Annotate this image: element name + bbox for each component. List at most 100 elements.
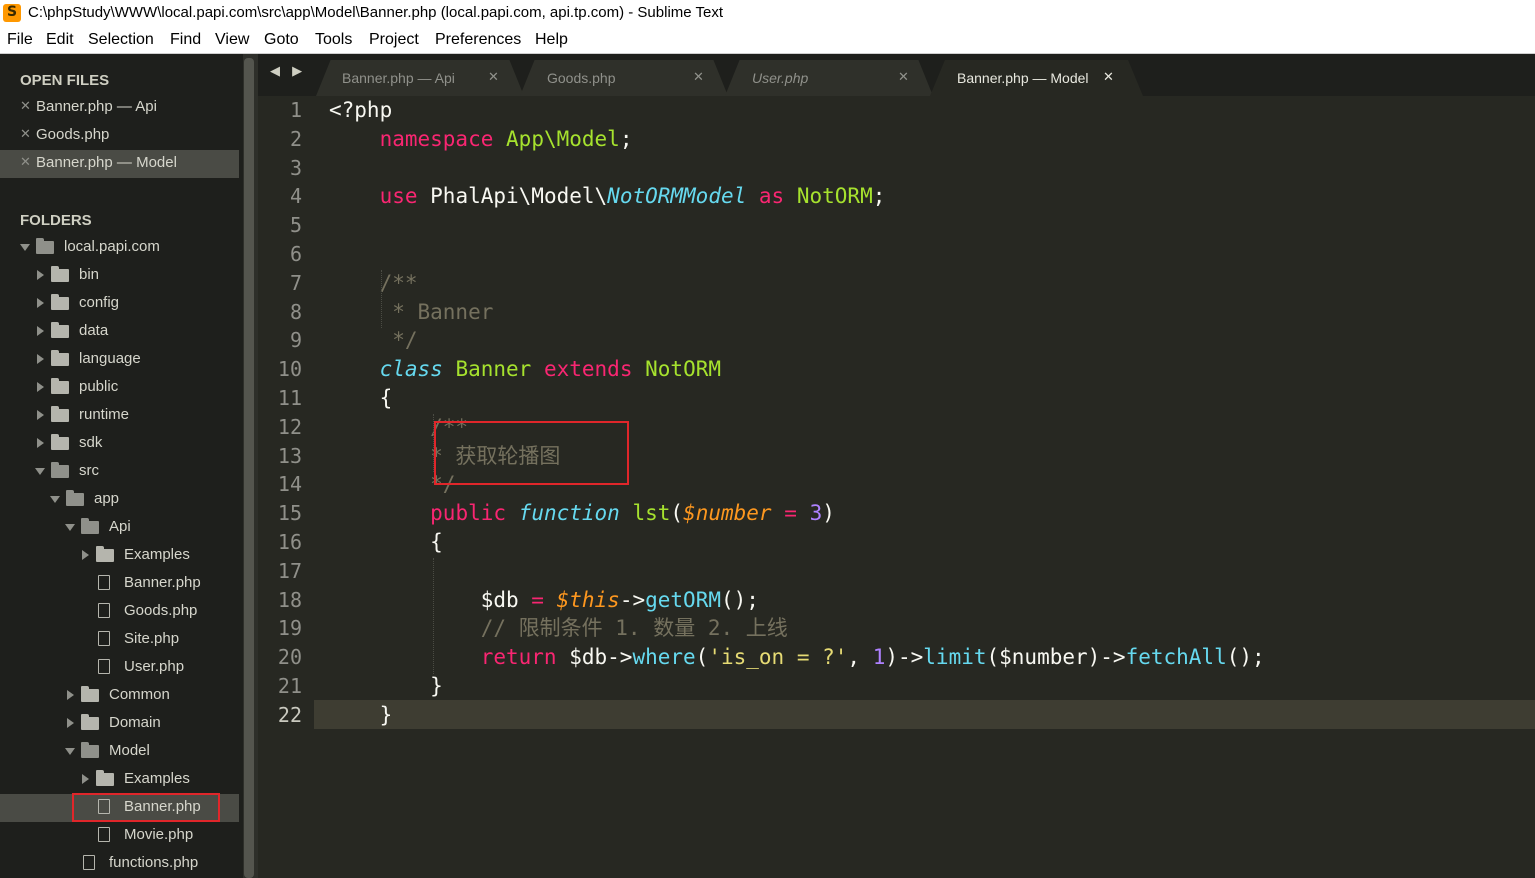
code-token: class — [379, 357, 443, 382]
tree-folder[interactable]: Model — [0, 738, 239, 766]
tree-folder[interactable]: sdk — [0, 430, 239, 458]
tree-folder[interactable]: Examples — [0, 542, 239, 570]
tree-folder[interactable]: app — [0, 486, 239, 514]
folder-open-icon — [51, 462, 69, 478]
tree-folder[interactable]: Examples — [0, 766, 239, 794]
tree-file[interactable]: User.php — [0, 654, 239, 682]
chevron-right-icon[interactable] — [37, 326, 44, 336]
chevron-right-icon[interactable] — [67, 718, 74, 728]
menu-edit[interactable]: Edit — [46, 31, 74, 49]
tree-file[interactable]: Goods.php — [0, 598, 239, 626]
menu-selection[interactable]: Selection — [88, 31, 154, 49]
tree-folder[interactable]: data — [0, 318, 239, 346]
tree-folder[interactable]: Common — [0, 682, 239, 710]
tree-folder[interactable]: local.papi.com — [0, 234, 239, 262]
chevron-right-icon[interactable] — [37, 382, 44, 392]
file-icon — [98, 659, 110, 674]
tree-file[interactable]: Banner.php — [0, 570, 239, 598]
menu-help[interactable]: Help — [535, 31, 568, 49]
code-token: $db — [329, 587, 532, 612]
chevron-down-icon[interactable] — [65, 524, 75, 531]
close-icon[interactable]: ✕ — [1103, 69, 1114, 85]
tab-label: User.php — [752, 70, 809, 86]
folder-icon — [51, 322, 69, 338]
line-number: 22 — [277, 702, 302, 727]
tree-file[interactable]: Movie.php — [0, 822, 239, 850]
tree-folder[interactable]: Domain — [0, 710, 239, 738]
chevron-down-icon[interactable] — [65, 748, 75, 755]
line-number: 13 — [277, 443, 302, 468]
tree-folder[interactable]: Api — [0, 514, 239, 542]
close-icon[interactable]: ✕ — [20, 126, 31, 142]
chevron-right-icon[interactable] — [37, 410, 44, 420]
menu-preferences[interactable]: Preferences — [435, 31, 521, 49]
line-number: 19 — [277, 616, 302, 641]
tab-nav-arrows[interactable]: ◀ ▶ — [270, 64, 306, 79]
tree-folder[interactable]: runtime — [0, 402, 239, 430]
tree-folder[interactable]: bin — [0, 262, 239, 290]
code-line[interactable]: { — [329, 384, 393, 413]
menu-goto[interactable]: Goto — [264, 31, 299, 49]
open-file-item-active[interactable]: ✕ Banner.php — Model — [0, 150, 239, 178]
tree-folder[interactable]: config — [0, 290, 239, 318]
code-line[interactable]: // 限制条件 1. 数量 2. 上线 — [329, 614, 788, 643]
tab-banner-model[interactable]: Banner.php — Model ✕ — [930, 60, 1143, 96]
line-number: 4 — [289, 184, 302, 209]
chevron-down-icon[interactable] — [20, 244, 30, 251]
code-line[interactable]: { — [329, 528, 443, 557]
open-file-item[interactable]: ✕ Goods.php — [0, 122, 239, 150]
code-line[interactable]: */ — [329, 326, 417, 355]
code-line[interactable]: namespace App\Model; — [329, 125, 633, 154]
code-token: lst — [632, 501, 671, 526]
code-line[interactable]: use PhalApi\Model\NotORMModel as NotORM; — [329, 182, 886, 211]
scrollbar-thumb[interactable] — [244, 58, 254, 878]
tree-folder[interactable]: public — [0, 374, 239, 402]
tree-item-label: Model — [109, 742, 150, 759]
tree-folder[interactable]: src — [0, 458, 239, 486]
tab-banner-api[interactable]: Banner.php — Api ✕ — [316, 60, 524, 96]
menu-find[interactable]: Find — [170, 31, 201, 49]
chevron-down-icon[interactable] — [50, 496, 60, 503]
folder-icon — [51, 294, 69, 310]
tab-goods[interactable]: Goods.php ✕ — [520, 60, 728, 96]
chevron-right-icon[interactable] — [82, 774, 89, 784]
chevron-down-icon[interactable] — [35, 468, 45, 475]
chevron-right-icon[interactable] — [37, 298, 44, 308]
chevron-right-icon[interactable] — [37, 438, 44, 448]
line-number: 15 — [277, 501, 302, 526]
code-line[interactable]: * Banner — [329, 298, 493, 327]
code-line[interactable]: } — [329, 701, 393, 730]
tree-file[interactable]: functions.php — [0, 850, 239, 878]
code-token: NotORM — [645, 357, 721, 382]
sidebar-scrollbar[interactable] — [243, 54, 258, 878]
chevron-right-icon[interactable] — [37, 354, 44, 364]
close-icon[interactable]: ✕ — [488, 69, 499, 85]
tab-user[interactable]: User.php ✕ — [725, 60, 933, 96]
code-line[interactable]: public function lst($number = 3) — [329, 499, 835, 528]
chevron-right-icon[interactable] — [37, 270, 44, 280]
close-icon[interactable]: ✕ — [898, 69, 909, 85]
menu-view[interactable]: View — [215, 31, 249, 49]
chevron-right-icon[interactable] — [82, 550, 89, 560]
code-line[interactable]: $db = $this->getORM(); — [329, 586, 759, 615]
folder-icon — [51, 378, 69, 394]
menu-project[interactable]: Project — [369, 31, 419, 49]
close-icon[interactable]: ✕ — [20, 154, 31, 170]
menu-file[interactable]: File — [7, 31, 33, 49]
open-file-item[interactable]: ✕ Banner.php — Api — [0, 94, 239, 122]
menu-tools[interactable]: Tools — [315, 31, 352, 49]
code-line[interactable]: class Banner extends NotORM — [329, 355, 721, 384]
code-line[interactable]: <?php — [329, 96, 392, 125]
code-line[interactable]: /** — [329, 269, 418, 298]
code-line[interactable]: } — [329, 672, 443, 701]
tree-folder[interactable]: language — [0, 346, 239, 374]
chevron-right-icon[interactable] — [67, 690, 74, 700]
code-line[interactable]: return $db->where('is_on = ?', 1)->limit… — [329, 643, 1265, 672]
close-icon[interactable]: ✕ — [20, 98, 31, 114]
tree-file[interactable]: Site.php — [0, 626, 239, 654]
close-icon[interactable]: ✕ — [693, 69, 704, 85]
open-file-label: Goods.php — [36, 126, 110, 143]
indent-guide — [433, 558, 434, 674]
